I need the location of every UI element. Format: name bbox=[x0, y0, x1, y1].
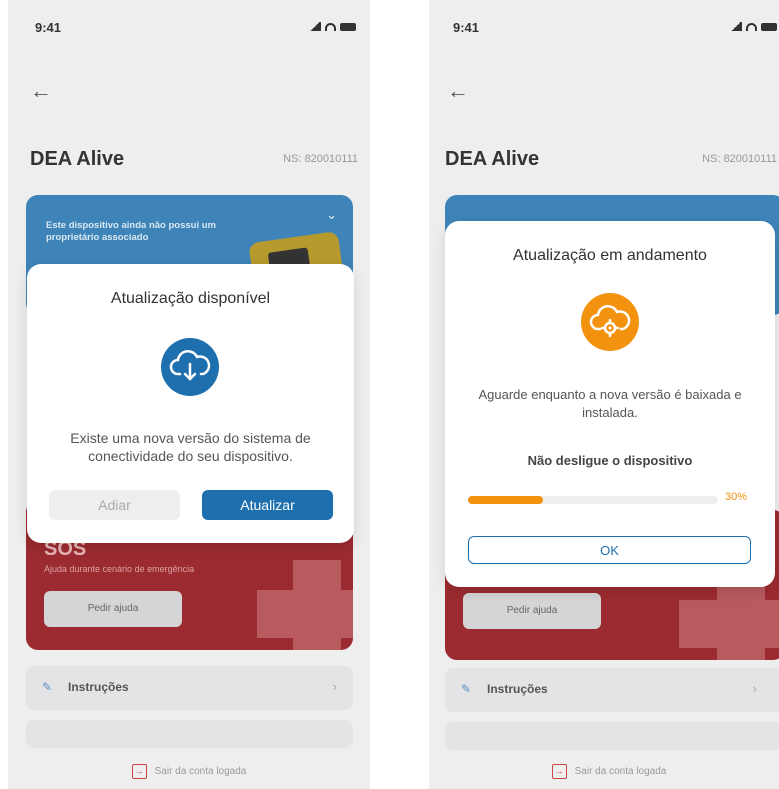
progress-bar bbox=[468, 496, 718, 504]
status-time: 9:41 bbox=[453, 20, 480, 35]
progress-fill bbox=[468, 496, 543, 504]
logout-label: Sair da conta logada bbox=[154, 766, 247, 778]
menu-item-partial[interactable] bbox=[445, 722, 779, 750]
chevron-right-icon: › bbox=[332, 679, 337, 694]
menu-item-partial[interactable] bbox=[26, 720, 353, 748]
battery-icon bbox=[761, 22, 777, 31]
owner-notice-text: Este dispositivo ainda não possui um pro… bbox=[46, 220, 216, 243]
chevron-right-icon: › bbox=[752, 681, 757, 696]
logout-link[interactable]: → Sair da conta logada bbox=[8, 764, 370, 779]
update-available-modal: Atualização disponível Existe uma nova v… bbox=[27, 264, 354, 543]
device-name: DEA Alive bbox=[445, 148, 540, 170]
back-arrow-icon[interactable]: ← bbox=[30, 78, 52, 104]
cloud-gear-icon bbox=[581, 293, 639, 351]
modal-body: Aguarde enquanto a nova versão é baixada… bbox=[478, 387, 742, 420]
wifi-icon bbox=[746, 22, 757, 31]
logout-link[interactable]: → Sair da conta logada bbox=[429, 764, 779, 779]
update-in-progress-modal: Atualização em andamento Aguarde enquant… bbox=[445, 221, 775, 587]
status-bar: 9:41 bbox=[429, 20, 779, 40]
device-name: DEA Alive bbox=[30, 148, 125, 170]
status-time: 9:41 bbox=[35, 20, 62, 35]
menu-item-label: Instruções bbox=[487, 682, 548, 696]
menu-item-instructions[interactable]: ✎ Instruções › bbox=[26, 666, 353, 710]
progress-percentage: 30% bbox=[725, 491, 748, 503]
chevron-down-icon[interactable]: ⌄ bbox=[326, 207, 337, 223]
signal-icon bbox=[309, 22, 321, 31]
modal-title: Atualização disponível bbox=[110, 290, 271, 307]
edit-icon: ✎ bbox=[42, 680, 53, 694]
status-bar: 9:41 bbox=[8, 20, 370, 40]
phone-screen-update-available: 9:41 ← DEA Alive NS: 820010111 Este disp… bbox=[8, 0, 370, 789]
warning-text: Não desligue o dispositivo bbox=[527, 453, 693, 468]
logout-icon: → bbox=[551, 764, 567, 779]
update-button[interactable]: Atualizar bbox=[202, 490, 333, 520]
modal-body: Existe uma nova versão do sistema de con… bbox=[70, 430, 311, 464]
signal-icon bbox=[730, 22, 742, 31]
postpone-button[interactable]: Adiar bbox=[49, 490, 180, 520]
menu-item-label: Instruções bbox=[68, 680, 129, 694]
status-icons bbox=[730, 22, 777, 31]
cross-icon-horizontal bbox=[679, 600, 779, 648]
request-help-button[interactable]: Pedir ajuda bbox=[44, 591, 182, 627]
sos-subtitle: Ajuda durante cenário de emergência bbox=[44, 564, 195, 574]
request-help-button[interactable]: Pedir ajuda bbox=[463, 593, 601, 629]
wifi-icon bbox=[325, 22, 336, 31]
battery-icon bbox=[340, 22, 356, 31]
status-icons bbox=[309, 22, 356, 31]
modal-title: Atualização em andamento bbox=[513, 247, 707, 264]
ok-button[interactable]: OK bbox=[468, 536, 751, 564]
menu-item-instructions[interactable]: ✎ Instruções › bbox=[445, 668, 779, 712]
logout-icon: → bbox=[131, 764, 147, 779]
back-arrow-icon[interactable]: ← bbox=[447, 78, 469, 104]
cloud-download-icon bbox=[161, 338, 219, 396]
serial-number: NS: 820010111 bbox=[702, 153, 777, 165]
serial-number: NS: 820010111 bbox=[283, 153, 358, 165]
phone-screen-update-in-progress: 9:41 ← DEA Alive NS: 820010111 Pedir aju… bbox=[429, 0, 779, 789]
logout-label: Sair da conta logada bbox=[574, 766, 667, 778]
cross-icon-horizontal bbox=[257, 590, 353, 638]
edit-icon: ✎ bbox=[461, 682, 472, 696]
